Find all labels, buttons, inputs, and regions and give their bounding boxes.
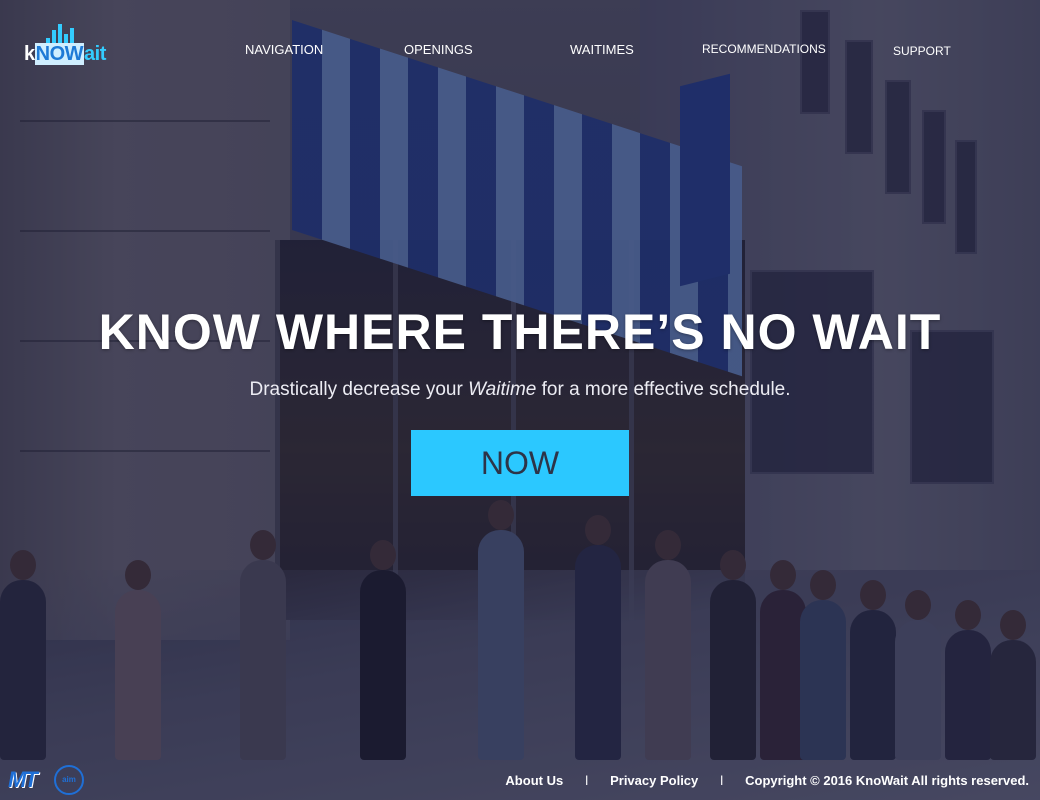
footer-links: About Us l Privacy Policy l Copyright © 2016… [505,773,1029,788]
main-nav: NAVIGATION OPENINGS WAITIMES RECOMMENDAT… [0,42,1040,62]
nav-item-openings[interactable]: OPENINGS [404,42,473,57]
copyright-text: Copyright © 2016 KnoWait All rights rese… [745,773,1029,788]
hero-subtitle: Drastically decrease your Waitime for a … [0,379,1040,401]
aim-logo-icon: aim [54,765,84,795]
subtitle-text: Drastically decrease your [249,379,469,400]
nav-item-waitimes[interactable]: WAITIMES [570,42,634,57]
footer-separator: l [585,773,589,788]
footer-separator: l [720,773,724,788]
now-button[interactable]: NOW [411,430,629,496]
nav-item-recommendations[interactable]: RECOMMENDATIONS [702,42,826,56]
subtitle-emphasis: Waitime [468,379,537,400]
mt-logo-icon: MT [8,767,38,792]
subtitle-text-end: for a more effective schedule. [536,379,791,400]
nav-item-support[interactable]: SUPPORT [893,44,951,58]
nav-item-navigation[interactable]: NAVIGATION [245,42,323,57]
hero-title: KNOW WHERE THERE’S NO WAIT [98,304,942,360]
footer-logos: MT aim [8,765,88,795]
privacy-policy-link[interactable]: Privacy Policy [610,773,698,788]
about-us-link[interactable]: About Us [505,773,563,788]
